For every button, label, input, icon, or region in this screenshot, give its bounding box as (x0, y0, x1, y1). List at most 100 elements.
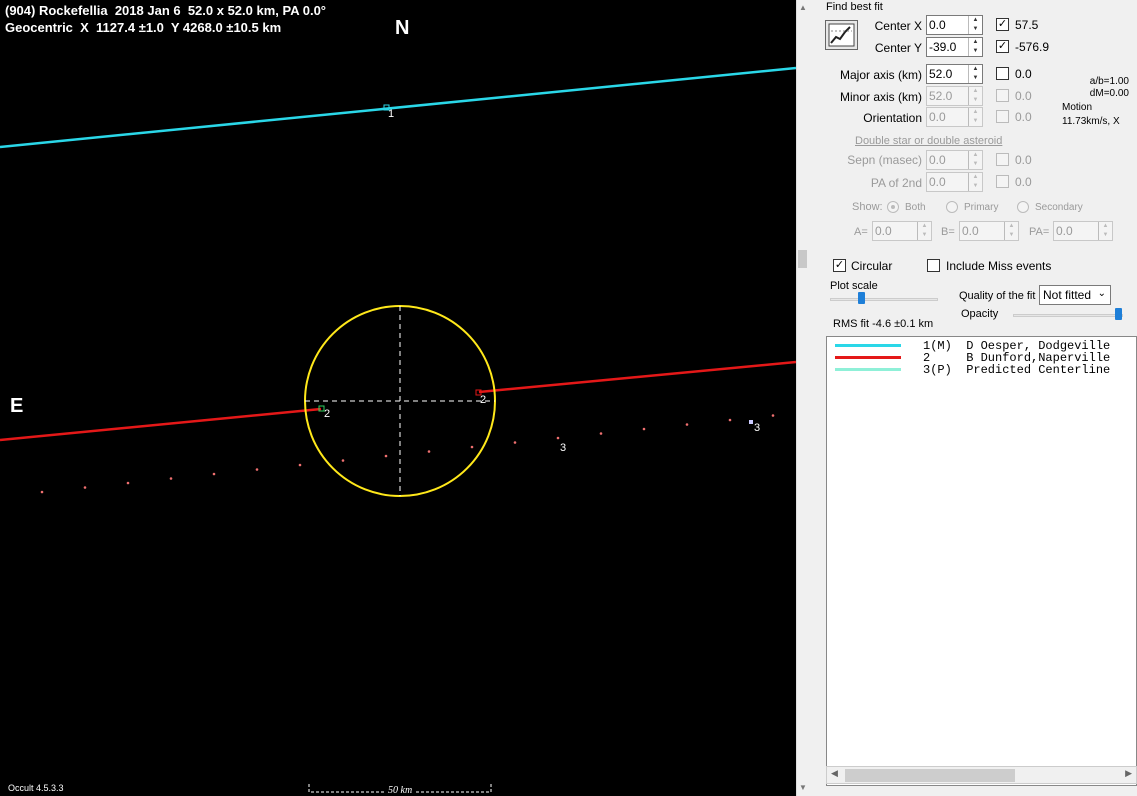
opacity-knob[interactable] (1115, 308, 1122, 320)
a-spinner[interactable]: ▲ ▼ (917, 222, 931, 240)
minor-axis-label: Minor axis (km) (839, 90, 922, 104)
a-input[interactable]: 0.0 ▲ ▼ (872, 221, 932, 241)
legend-scroll-thumb[interactable] (845, 769, 1015, 782)
legend-horizontal-scrollbar[interactable]: ◀ ▶ (826, 766, 1137, 784)
minor-axis-input[interactable]: 52.0 ▲ ▼ (926, 86, 983, 106)
plot-scale-knob[interactable] (858, 292, 865, 304)
center-y-label: Center Y (874, 41, 922, 55)
pa-input[interactable]: 0.0 ▲ ▼ (1053, 221, 1113, 241)
orientation-label: Orientation (863, 111, 922, 125)
scroll-left-icon[interactable]: ◀ (831, 768, 838, 779)
observer-legend-list[interactable]: 1(M) D Oesper, Dodgeville 2 B Dunford,Na… (826, 336, 1137, 786)
show-both-radio[interactable] (887, 201, 899, 213)
center-x-checkbox[interactable]: ✓ (996, 18, 1009, 31)
include-miss-label: Include Miss events (946, 259, 1052, 273)
major-axis-checkbox[interactable] (996, 67, 1009, 80)
delta-magnitude: dM=0.00 (1089, 88, 1129, 99)
show-both-label: Both (905, 202, 926, 213)
predicted-dot (212, 472, 216, 476)
control-panel: Find best fit Center X 0.0 ▲ ▼ ✓ 57.5 Cen… (808, 0, 1137, 796)
predicted-dot (685, 423, 689, 426)
predicted-dot (556, 436, 560, 440)
minor-axis-spinner[interactable]: ▲ ▼ (968, 87, 982, 105)
legend-swatch (835, 368, 901, 371)
chord-3-label-station: 3 (754, 422, 761, 434)
version-label: Occult 4.5.3.3 (8, 783, 64, 793)
center-y-checkbox[interactable]: ✓ (996, 40, 1009, 53)
pa-2nd-spinner[interactable]: ▲ ▼ (968, 173, 982, 191)
plot-canvas[interactable]: (904) Rockefellia 2018 Jan 6 52.0 x 52.0… (0, 0, 796, 796)
orientation-spinner[interactable]: ▲ ▼ (968, 108, 982, 126)
center-x-input[interactable]: 0.0 ▲ ▼ (926, 15, 983, 35)
b-input[interactable]: 0.0 ▲ ▼ (959, 221, 1019, 241)
axis-ratio: a/b=1.00 (1089, 76, 1129, 87)
east-label: E (10, 395, 24, 417)
show-label: Show: (852, 201, 883, 213)
major-axis-input[interactable]: 52.0 ▲ ▼ (926, 64, 983, 84)
predicted-dot (470, 445, 474, 449)
pa-2nd-input[interactable]: 0.0 ▲ ▼ (926, 172, 983, 192)
orientation-check-value: 0.0 (1015, 110, 1032, 124)
minor-axis-checkbox[interactable] (996, 89, 1009, 102)
plot-scale-label: Plot scale (830, 280, 878, 292)
minor-axis-check-value: 0.0 (1015, 89, 1032, 103)
plot-scale-slider[interactable] (830, 292, 938, 306)
center-y-check-value: -576.9 (1015, 40, 1050, 54)
predicted-dot (513, 441, 517, 444)
station-3-marker (749, 420, 753, 424)
pa-spinner[interactable]: ▲ ▼ (1098, 222, 1112, 240)
predicted-dot (427, 450, 431, 453)
opacity-label: Opacity (961, 308, 999, 320)
plot-title-line1: (904) Rockefellia 2018 Jan 6 52.0 x 52.0… (5, 3, 327, 18)
center-x-spinner[interactable]: ▲ ▼ (968, 16, 982, 34)
major-axis-spinner[interactable]: ▲ ▼ (968, 65, 982, 83)
predicted-dot (255, 468, 259, 471)
scale-label: 50 km (386, 785, 415, 796)
find-best-fit-button[interactable] (825, 20, 858, 50)
show-secondary-label: Secondary (1035, 202, 1083, 213)
predicted-dot (599, 432, 603, 435)
predicted-centerline-dots (40, 414, 775, 494)
chord-2-label-right: 2 (480, 394, 487, 406)
motion-value: 11.73km/s, X (1062, 116, 1120, 127)
chord-3-label-dots: 3 (560, 442, 567, 454)
pa-2nd-label: PA of 2nd (870, 176, 922, 190)
scroll-right-icon[interactable]: ▶ (1125, 768, 1132, 779)
show-primary-radio[interactable] (946, 201, 958, 213)
major-axis-check-value: 0.0 (1015, 67, 1032, 81)
circular-label: Circular (851, 259, 893, 273)
b-spinner[interactable]: ▲ ▼ (1004, 222, 1018, 240)
legend-row[interactable]: 3(P) Predicted Centerline (827, 363, 1136, 377)
orientation-input[interactable]: 0.0 ▲ ▼ (926, 107, 983, 127)
legend-swatch (835, 344, 901, 347)
predicted-dot (384, 454, 388, 458)
sepn-checkbox[interactable] (996, 153, 1009, 166)
sepn-input[interactable]: 0.0 ▲ ▼ (926, 150, 983, 170)
chord-1-label: 1 (388, 108, 395, 120)
center-y-input[interactable]: -39.0 ▲ ▼ (926, 37, 983, 57)
a-label: A= (854, 226, 868, 238)
find-best-fit-label: Find best fit (826, 1, 883, 13)
predicted-dot (40, 490, 44, 494)
pa-2nd-check-value: 0.0 (1015, 175, 1032, 189)
include-miss-checkbox[interactable] (927, 259, 940, 272)
predicted-dot (728, 418, 732, 422)
quality-label: Quality of the fit (959, 290, 1036, 302)
pa-label: PA= (1029, 226, 1050, 238)
center-y-spinner[interactable]: ▲ ▼ (968, 38, 982, 56)
scroll-thumb[interactable] (798, 250, 807, 268)
opacity-slider[interactable] (1013, 308, 1123, 322)
sepn-spinner[interactable]: ▲ ▼ (968, 151, 982, 169)
chord-2-label-left: 2 (324, 408, 331, 420)
chord-2-line-right (478, 360, 796, 394)
sepn-label: Sepn (masec) (847, 153, 922, 167)
predicted-dot (771, 414, 775, 417)
predicted-dot (341, 459, 345, 462)
show-secondary-radio[interactable] (1017, 201, 1029, 213)
vertical-scrollbar[interactable]: ▲ ▼ (796, 0, 808, 796)
quality-select[interactable]: Not fitted ⌄ (1039, 285, 1111, 305)
pa-2nd-checkbox[interactable] (996, 175, 1009, 188)
orientation-checkbox[interactable] (996, 110, 1009, 123)
double-star-link[interactable]: Double star or double asteroid (855, 135, 1002, 147)
circular-checkbox[interactable]: ✓ (833, 259, 846, 272)
